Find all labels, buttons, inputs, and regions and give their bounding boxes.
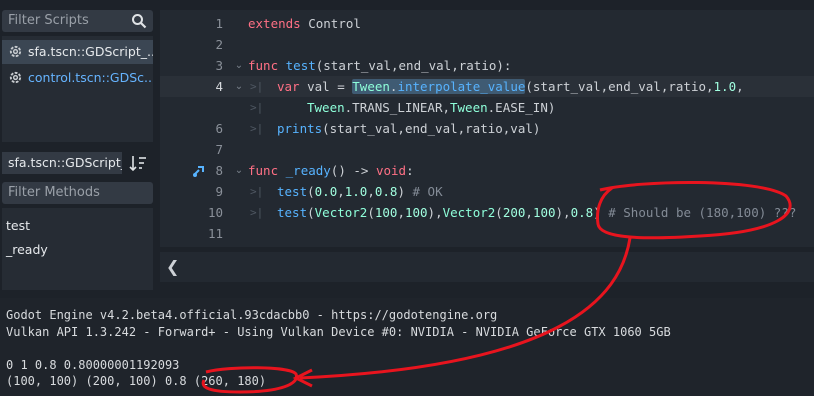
line-number: 8 xyxy=(215,163,223,178)
filter-methods-placeholder: Filter Methods xyxy=(8,185,100,200)
output-panel: Godot Engine v4.2.beta4.official.93cdacb… xyxy=(0,298,814,396)
output-line: Vulkan API 1.3.242 - Forward+ - Using Vu… xyxy=(6,325,671,339)
code-line: >| Tween.TRANS_LINEAR,Tween.EASE_IN) xyxy=(160,97,814,118)
output-line: 0 1 0.8 0.80000001192093 xyxy=(6,358,180,372)
script-sidebar: Filter Scripts sfa.tscn::GDScript_... co… xyxy=(0,0,155,290)
chevron-down-icon[interactable]: ⌄ xyxy=(232,76,246,97)
script-item-sfa[interactable]: sfa.tscn::GDScript_... xyxy=(2,40,153,64)
line-number: 9 xyxy=(215,184,223,199)
line-number: 10 xyxy=(207,205,223,220)
code-text: test(Vector2(100,100),Vector2(200,100),0… xyxy=(277,205,797,220)
line-number: 3 xyxy=(215,58,223,73)
code-line: 8 ⌄ func _ready() -> void: xyxy=(160,160,814,181)
code-line: 10 >| test(Vector2(100,100),Vector2(200,… xyxy=(160,202,814,223)
line-number: 11 xyxy=(207,226,223,241)
search-icon[interactable] xyxy=(131,13,147,29)
line-number: 4 xyxy=(215,79,223,94)
code-line: 3 ⌄ func test(start_val,end_val,ratio): xyxy=(160,55,814,76)
code-line-current: 4 ⌄ >| var val = Tween.interpolate_value… xyxy=(160,76,814,97)
code-line: 5 6 >| prints(start_val,end_val,ratio,va… xyxy=(160,118,814,139)
current-script-label: sfa.tscn::GDScript_5 xyxy=(2,152,122,174)
tab-indent-icon: >| xyxy=(250,185,264,198)
code-line: 7 xyxy=(160,139,814,160)
output-line: (100, 100) (200, 100) 0.8 (260, 180) xyxy=(6,374,267,388)
code-text: var val = Tween.interpolate_value(start_… xyxy=(277,79,744,94)
code-text: prints(start_val,end_val,ratio,val) xyxy=(277,121,541,136)
method-item-ready[interactable]: _ready xyxy=(6,242,48,257)
sort-icon[interactable] xyxy=(128,154,148,172)
chevron-left-icon[interactable]: ❮ xyxy=(166,257,179,276)
code-line: 9 >| test(0.0,1.0,0.8) # OK xyxy=(160,181,814,202)
method-item-test[interactable]: test xyxy=(6,218,30,233)
methods-list: test _ready xyxy=(2,208,153,290)
scripts-list: sfa.tscn::GDScript_... control.tscn::GDS… xyxy=(2,36,153,142)
code-text: func test(start_val,end_val,ratio): xyxy=(248,58,512,73)
code-text: test(0.0,1.0,0.8) # OK xyxy=(277,184,443,199)
line-number: 6 xyxy=(215,121,223,136)
tab-indent-icon: >| xyxy=(250,122,264,135)
code-editor[interactable]: 1 extends Control 2 3 ⌄ func test(start_… xyxy=(160,10,814,247)
line-number: 1 xyxy=(215,16,223,31)
filter-scripts-input[interactable]: Filter Scripts xyxy=(2,10,153,32)
code-line: 2 xyxy=(160,34,814,55)
tab-indent-icon: >| xyxy=(250,101,264,114)
script-item-label: sfa.tscn::GDScript_... xyxy=(28,44,153,59)
tab-indent-icon: >| xyxy=(250,80,264,93)
script-item-label: control.tscn::GDSc... xyxy=(28,70,153,85)
line-number: 2 xyxy=(215,37,223,52)
chevron-down-icon[interactable]: ⌄ xyxy=(232,55,246,76)
gear-icon xyxy=(9,71,22,84)
filter-scripts-placeholder: Filter Scripts xyxy=(8,13,89,28)
code-line: 11 xyxy=(160,223,814,244)
code-line: 1 extends Control xyxy=(160,13,814,34)
gear-icon xyxy=(9,45,22,58)
tab-indent-icon: >| xyxy=(250,206,264,219)
code-text: func _ready() -> void: xyxy=(248,163,414,178)
output-line: Godot Engine v4.2.beta4.official.93cdacb… xyxy=(6,308,498,322)
code-text: Tween.TRANS_LINEAR,Tween.EASE_IN) xyxy=(307,100,556,115)
line-number: 7 xyxy=(215,142,223,157)
filter-methods-input[interactable]: Filter Methods xyxy=(2,182,153,204)
code-text: extends Control xyxy=(248,16,361,31)
chevron-down-icon[interactable]: ⌄ xyxy=(232,160,246,181)
script-item-control[interactable]: control.tscn::GDSc... xyxy=(2,66,153,90)
collapse-panel-button[interactable]: ❮ xyxy=(160,252,814,282)
